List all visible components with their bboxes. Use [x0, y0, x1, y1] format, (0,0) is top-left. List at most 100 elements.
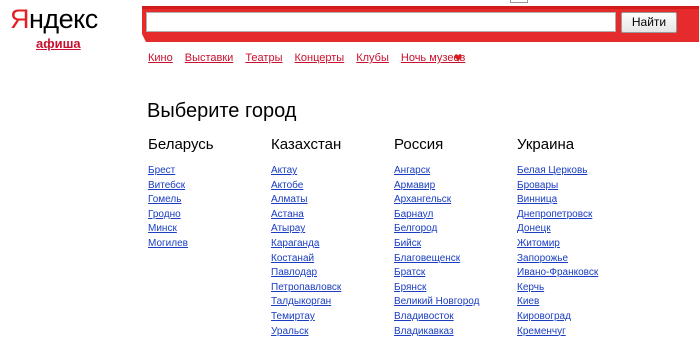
- country-column-kazakhstan: Казахстан Актау Актобе Алматы Астана Атырау К…: [271, 136, 341, 339]
- logo-rest: ндекс: [29, 4, 98, 34]
- yandex-logo[interactable]: Яндекс: [10, 4, 98, 34]
- country-heading: Россия: [394, 136, 444, 153]
- city-list-item: Актобе: [271, 179, 341, 194]
- city-link[interactable]: Бийск: [394, 238, 421, 249]
- city-list-item: Кременчуг: [517, 325, 598, 339]
- city-list-item: Бийск: [394, 237, 479, 252]
- country-column-ukraine: Украина Белая Церковь Бровары Винница Днепр…: [517, 136, 598, 339]
- city-link[interactable]: Актау: [271, 165, 297, 176]
- logo-first-letter: Я: [10, 4, 30, 34]
- city-list-item: Ангарск: [394, 164, 479, 179]
- search-bar: Найти: [142, 6, 699, 42]
- city-link[interactable]: Архангельск: [394, 194, 451, 205]
- afisha-link[interactable]: афиша: [36, 36, 81, 51]
- city-link[interactable]: Житомир: [517, 238, 560, 249]
- search-input[interactable]: [146, 12, 616, 32]
- city-list-item: Благовещенск: [394, 252, 479, 267]
- city-list-item: Атырау: [271, 222, 341, 237]
- city-link[interactable]: Костанай: [271, 253, 314, 264]
- city-list-item: Владивосток: [394, 310, 479, 325]
- nav-item-kontserty[interactable]: Концерты: [295, 52, 345, 64]
- city-list-item: Днепропетровск: [517, 208, 598, 223]
- city-list-item: Керчь: [517, 281, 598, 296]
- city-list-item: Армавир: [394, 179, 479, 194]
- city-link[interactable]: Киев: [517, 296, 539, 307]
- city-link[interactable]: Великий Новгород: [394, 296, 479, 307]
- city-list-item: Могилев: [148, 237, 214, 252]
- city-link[interactable]: Владивосток: [394, 311, 454, 322]
- country-heading: Казахстан: [271, 136, 342, 153]
- city-link[interactable]: Атырау: [271, 223, 305, 234]
- city-list-item: Актау: [271, 164, 341, 179]
- city-link[interactable]: Бровары: [517, 180, 558, 191]
- country-heading: Беларусь: [148, 136, 214, 153]
- city-link[interactable]: Винница: [517, 194, 557, 205]
- city-link[interactable]: Братск: [394, 267, 425, 278]
- city-list: Актау Актобе Алматы Астана Атырау Караганда Ко…: [271, 164, 341, 339]
- city-link[interactable]: Астана: [271, 209, 304, 220]
- city-list-item: Кировоград: [517, 310, 598, 325]
- city-link[interactable]: Брянск: [394, 282, 426, 293]
- city-link[interactable]: Ивано-Франковск: [517, 267, 598, 278]
- city-list-item: Владикавказ: [394, 325, 479, 339]
- city-link[interactable]: Минск: [148, 223, 177, 234]
- city-link[interactable]: Барнаул: [394, 209, 433, 220]
- country-heading: Украина: [517, 136, 575, 153]
- city-link[interactable]: Белгород: [394, 223, 437, 234]
- city-list-item: Гомель: [148, 193, 214, 208]
- city-list-item: Великий Новгород: [394, 295, 479, 310]
- city-link[interactable]: Днепропетровск: [517, 209, 592, 220]
- city-list-item: Костанай: [271, 252, 341, 267]
- city-link[interactable]: Керчь: [517, 282, 544, 293]
- city-list-item: Киев: [517, 295, 598, 310]
- city-link[interactable]: Павлодар: [271, 267, 317, 278]
- city-link[interactable]: Актобе: [271, 180, 303, 191]
- category-nav: Кино Выставки Театры Концерты Клубы Ночь музе…: [148, 52, 477, 64]
- city-list-item: Минск: [148, 222, 214, 237]
- top-corner-tab[interactable]: [510, 0, 528, 3]
- city-link[interactable]: Темиртау: [271, 311, 315, 322]
- city-list-item: Талдыкорган: [271, 295, 341, 310]
- city-list-item: Барнаул: [394, 208, 479, 223]
- city-link[interactable]: Запорожье: [517, 253, 568, 264]
- city-link[interactable]: Кременчуг: [517, 326, 566, 337]
- city-link[interactable]: Брест: [148, 165, 175, 176]
- city-list-item: Житомир: [517, 237, 598, 252]
- city-link[interactable]: Уральск: [271, 326, 308, 337]
- city-link[interactable]: Талдыкорган: [271, 296, 331, 307]
- city-list-item: Уральск: [271, 325, 341, 339]
- city-list-item: Винница: [517, 193, 598, 208]
- city-list-item: Донецк: [517, 222, 598, 237]
- nav-item-kino[interactable]: Кино: [148, 52, 173, 64]
- search-button[interactable]: Найти: [621, 12, 677, 33]
- nav-item-vystavki[interactable]: Выставки: [185, 52, 234, 64]
- city-list-item: Братск: [394, 266, 479, 281]
- city-list: Брест Витебск Гомель Гродно Минск Могилев: [148, 164, 214, 252]
- country-column-belarus: Беларусь Брест Витебск Гомель Гродно Минск Мо…: [148, 136, 214, 252]
- city-list-item: Белая Церковь: [517, 164, 598, 179]
- city-link[interactable]: Гомель: [148, 194, 181, 205]
- city-list-item: Темиртау: [271, 310, 341, 325]
- city-link[interactable]: Алматы: [271, 194, 308, 205]
- city-link[interactable]: Петропавловск: [271, 282, 341, 293]
- city-link[interactable]: Витебск: [148, 180, 185, 191]
- city-list-item: Запорожье: [517, 252, 598, 267]
- city-list-item: Брянск: [394, 281, 479, 296]
- city-link[interactable]: Ангарск: [394, 165, 430, 176]
- city-list-item: Белгород: [394, 222, 479, 237]
- city-link[interactable]: Караганда: [271, 238, 319, 249]
- heart-icon[interactable]: ♥: [454, 50, 462, 64]
- country-column-russia: Россия Ангарск Армавир Архангельск Барнаул Б…: [394, 136, 479, 339]
- city-link[interactable]: Армавир: [394, 180, 435, 191]
- page-title: Выберите город: [147, 100, 297, 122]
- city-list-item: Гродно: [148, 208, 214, 223]
- city-link[interactable]: Белая Церковь: [517, 165, 587, 176]
- city-link[interactable]: Донецк: [517, 223, 551, 234]
- city-link[interactable]: Могилев: [148, 238, 188, 249]
- nav-item-kluby[interactable]: Клубы: [356, 52, 389, 64]
- city-link[interactable]: Кировоград: [517, 311, 571, 322]
- city-link[interactable]: Владикавказ: [394, 326, 454, 337]
- city-link[interactable]: Гродно: [148, 209, 181, 220]
- nav-item-teatry[interactable]: Театры: [245, 52, 282, 64]
- city-link[interactable]: Благовещенск: [394, 253, 460, 264]
